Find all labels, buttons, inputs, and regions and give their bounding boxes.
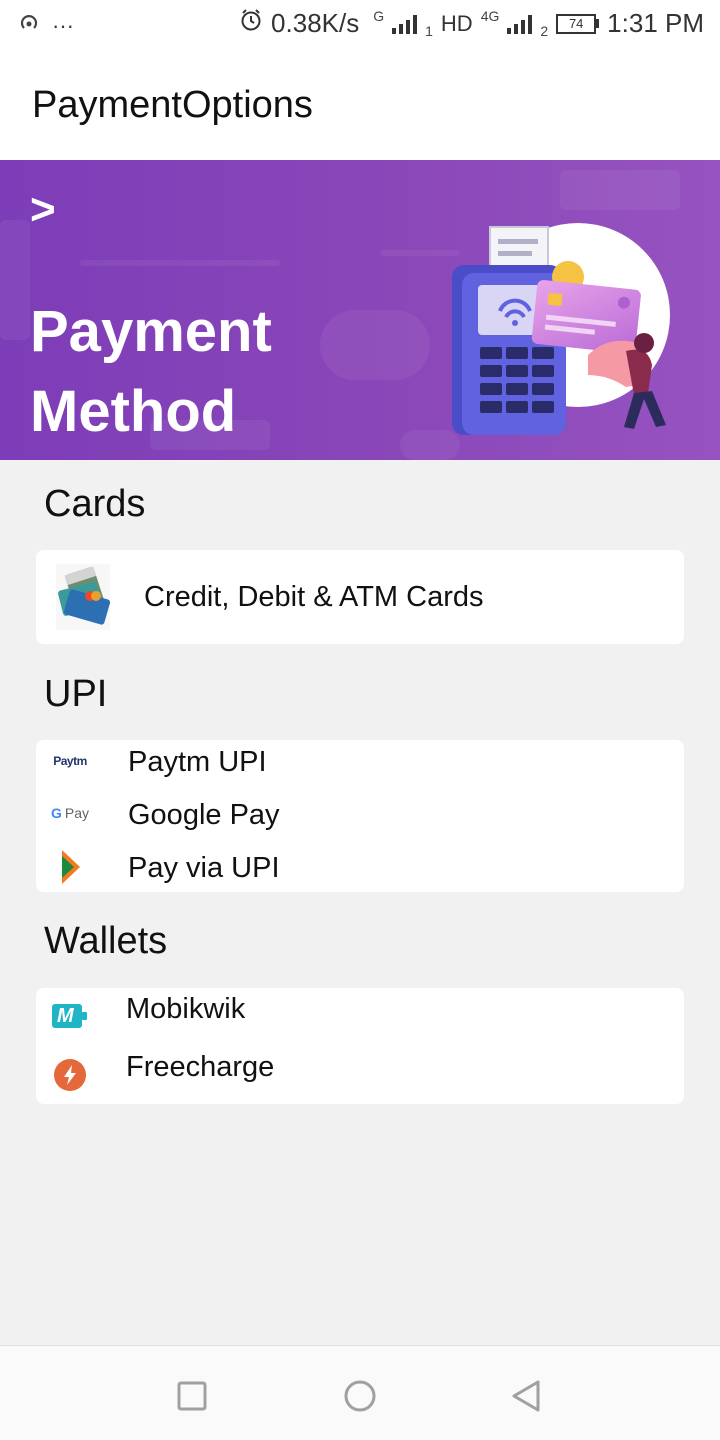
banner-heading: Payment Method [30, 292, 272, 452]
sim-1-label: 1 [425, 23, 433, 39]
system-nav-bar [0, 1345, 720, 1440]
payment-banner: > Payment Method [0, 160, 720, 460]
hotspot-icon [18, 10, 40, 41]
back-icon [512, 1380, 540, 1412]
banner-heading-line1: Payment [30, 299, 272, 364]
mobikwik-logo-text: M [57, 1005, 74, 1027]
upi-list: Paytm Paytm UPI G Pay Google Pay Pay via… [36, 740, 684, 892]
list-item-label: Credit, Debit & ATM Cards [144, 581, 484, 613]
list-item-label: Google Pay [128, 799, 280, 831]
back-button[interactable] [506, 1376, 546, 1416]
battery-level: 74 [556, 13, 597, 34]
banner-heading-line2: Method [30, 379, 237, 444]
hd-label: HD [440, 10, 473, 36]
credit-cards-icon [56, 564, 110, 630]
mobikwik-icon: M [52, 1002, 88, 1030]
list-item-pay-via-upi[interactable]: Pay via UPI [36, 842, 684, 892]
status-bar: ··· 0.38K/s G 1 HD 4G 2 74 1:31 PM [0, 0, 720, 50]
section-title-cards: Cards [44, 483, 146, 525]
list-item-google-pay[interactable]: G Pay Google Pay [36, 786, 684, 842]
network-type-2: 4G [480, 8, 500, 24]
list-item-label: Paytm UPI [128, 746, 267, 778]
recents-icon [177, 1381, 207, 1411]
page-title: PaymentOptions [32, 84, 313, 126]
list-item-credit-debit-atm-cards[interactable]: Credit, Debit & ATM Cards [36, 550, 684, 644]
cards-list: Credit, Debit & ATM Cards [36, 550, 684, 644]
list-item-mobikwik[interactable]: M Mobikwik [36, 988, 684, 1044]
list-item-paytm-upi[interactable]: Paytm Paytm UPI [36, 740, 684, 786]
card-terminal-illustration [438, 215, 698, 445]
wallets-list: M Mobikwik Freecharge [36, 988, 684, 1104]
home-button[interactable] [340, 1376, 380, 1416]
paytm-icon: Paytm [50, 752, 90, 770]
network-speed: 0.38K/s [271, 8, 360, 38]
banner-arrow: > [30, 185, 56, 234]
list-item-label: Pay via UPI [128, 852, 280, 884]
more-notifications-icon: ··· [52, 12, 74, 38]
section-title-wallets: Wallets [44, 920, 168, 962]
section-title-upi: UPI [44, 673, 108, 715]
battery-icon: 74 [556, 13, 600, 34]
google-g-logo: G [50, 805, 62, 821]
sim-2-label: 2 [540, 23, 549, 39]
list-item-label: Freecharge [126, 1051, 275, 1083]
recents-button[interactable] [172, 1376, 212, 1416]
paytm-logo-text: Paytm [53, 754, 87, 768]
alarm-icon [239, 8, 263, 39]
list-item-label: Mobikwik [126, 993, 246, 1025]
google-pay-icon: G Pay [48, 804, 92, 822]
clock: 1:31 PM [607, 8, 704, 38]
upi-icon [56, 848, 84, 886]
list-item-freecharge[interactable]: Freecharge [36, 1044, 684, 1104]
network-type-1: G [373, 8, 385, 24]
google-pay-logo-text: Pay [64, 805, 89, 821]
app-bar: PaymentOptions [0, 50, 720, 160]
signal-1-icon [392, 14, 418, 34]
home-icon [344, 1380, 376, 1412]
signal-2-icon [507, 14, 533, 34]
freecharge-icon [53, 1058, 87, 1092]
